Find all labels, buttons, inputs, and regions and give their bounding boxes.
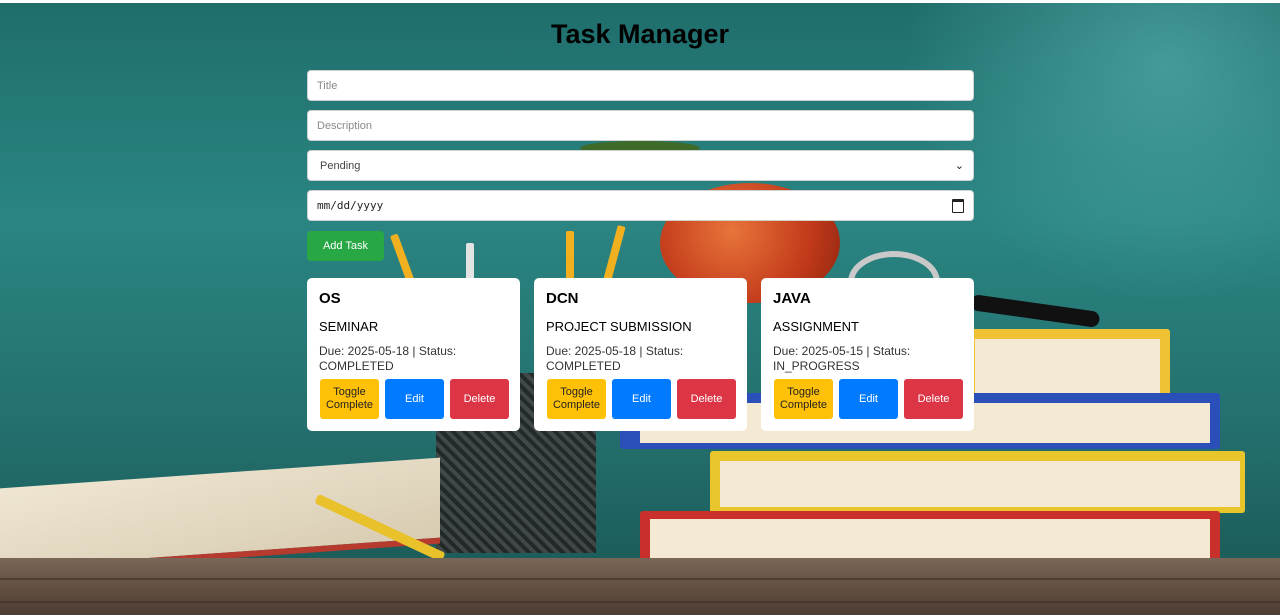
task-meta: Due: 2025-05-18 | Status: COMPLETED [546,344,735,374]
edit-button[interactable]: Edit [839,379,898,419]
edit-button[interactable]: Edit [385,379,444,419]
task-meta: Due: 2025-05-18 | Status: COMPLETED [319,344,508,374]
date-placeholder: mm/dd/yyyy [317,199,384,212]
task-due-line: Due: 2025-05-15 | Status: [773,344,911,358]
task-card: DCN PROJECT SUBMISSION Due: 2025-05-18 |… [534,278,747,431]
page: Task Manager Title Description Pending ⌄… [0,0,1280,615]
add-task-button[interactable]: Add Task [307,231,384,261]
edit-button[interactable]: Edit [612,379,671,419]
task-title: JAVA [773,290,811,307]
calendar-icon[interactable] [952,198,964,213]
toggle-complete-button[interactable]: Toggle Complete [320,379,379,419]
task-description: SEMINAR [319,319,379,334]
task-actions: Toggle Complete Edit Delete [320,379,509,419]
page-title: Task Manager [550,19,730,49]
description-placeholder: Description [317,119,373,132]
status-select[interactable]: Pending ⌄ [307,150,974,181]
task-card: OS SEMINAR Due: 2025-05-18 | Status: COM… [307,278,520,431]
task-meta: Due: 2025-05-15 | Status: IN_PROGRESS [773,344,962,374]
status-selected-value: Pending [320,159,361,172]
description-input[interactable]: Description [307,110,974,141]
toggle-complete-button[interactable]: Toggle Complete [547,379,606,419]
delete-button[interactable]: Delete [677,379,736,419]
task-due-line: Due: 2025-05-18 | Status: [319,344,457,358]
task-actions: Toggle Complete Edit Delete [774,379,963,419]
task-card: JAVA ASSIGNMENT Due: 2025-05-15 | Status… [761,278,974,431]
delete-button[interactable]: Delete [450,379,509,419]
toggle-complete-button[interactable]: Toggle Complete [774,379,833,419]
title-placeholder: Title [317,79,338,92]
task-status: COMPLETED [546,359,621,373]
task-due-line: Due: 2025-05-18 | Status: [546,344,684,358]
task-manager-app: Task Manager Title Description Pending ⌄… [0,3,1280,615]
task-description: PROJECT SUBMISSION [546,319,692,334]
task-title: DCN [546,290,579,307]
delete-button[interactable]: Delete [904,379,963,419]
chevron-down-icon: ⌄ [954,160,964,172]
due-date-input[interactable]: mm/dd/yyyy [307,190,974,221]
task-status: COMPLETED [319,359,394,373]
task-title: OS [319,290,341,307]
title-input[interactable]: Title [307,70,974,101]
task-status: IN_PROGRESS [773,359,860,373]
task-actions: Toggle Complete Edit Delete [547,379,736,419]
task-description: ASSIGNMENT [773,319,859,334]
